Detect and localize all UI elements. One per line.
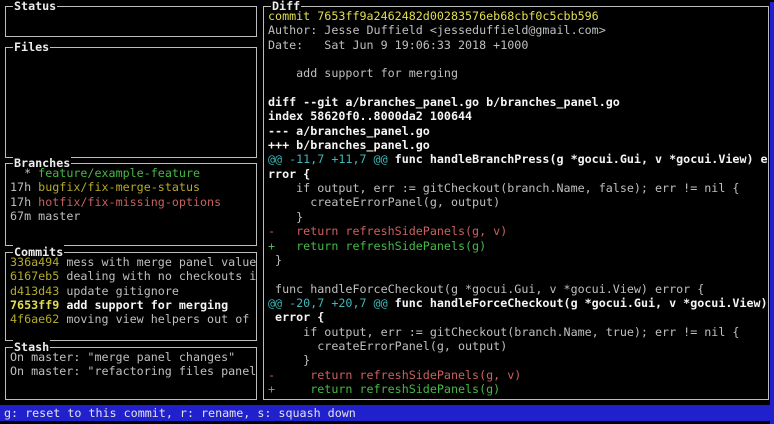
diff-line: } (268, 253, 764, 267)
diff-line: } (268, 353, 764, 367)
branch-item[interactable]: 17h bugfix/fix-merge-status (10, 180, 252, 194)
diff-line: error { (268, 310, 764, 324)
diff-line: +++ b/branches_panel.go (268, 138, 764, 152)
stash-panel[interactable]: Stash On master: "merge panel changes"On… (5, 347, 257, 400)
diff-line: rror { (268, 167, 764, 181)
diff-line: add support for merging (268, 66, 764, 80)
diff-line: --- a/branches_panel.go (268, 124, 764, 138)
status-panel-body: ↑?↓? feature/example-feature (6, 7, 256, 36)
diff-line: - return refreshSidePanels(g, v) (268, 368, 764, 382)
stash-panel-body: On master: "merge panel changes"On maste… (6, 348, 256, 399)
diff-panel-body[interactable]: commit 7653ff9a2462482d00283576eb68cbf0c… (264, 7, 768, 399)
diff-line (268, 81, 764, 95)
diff-line: createErrorPanel(g, output) (268, 195, 764, 209)
stash-item[interactable]: On master: "merge panel changes" (10, 350, 252, 364)
diff-line: @@ -20,7 +20,7 @@ func handleForceChecko… (268, 296, 764, 310)
diff-line: Author: Jesse Duffield <jesseduffield@gm… (268, 23, 764, 37)
branch-item[interactable]: 67m master (10, 209, 252, 223)
commit-item[interactable]: d413d43 update gitignore (10, 284, 252, 298)
diff-line: index 58620f0..8000da2 100644 (268, 109, 764, 123)
commit-item[interactable]: 7653ff9 add support for merging (10, 298, 252, 312)
diff-line: diff --git a/branches_panel.go b/branche… (268, 95, 764, 109)
diff-line: createErrorPanel(g, output) (268, 339, 764, 353)
diff-line: - return refreshSidePanels(g, v) (268, 224, 764, 238)
commit-item[interactable]: 336a494 mess with merge panel value (10, 255, 252, 269)
files-panel[interactable]: Files (5, 47, 257, 158)
diff-line: commit 7653ff9a2462482d00283576eb68cbf0c… (268, 9, 764, 23)
diff-line: @@ -11,7 +11,7 @@ func handleBranchPress… (268, 152, 764, 166)
commit-item[interactable]: 6167eb5 dealing with no checkouts i (10, 269, 252, 283)
branch-item[interactable]: 17h hotfix/fix-missing-options (10, 195, 252, 209)
files-panel-body (6, 48, 256, 157)
diff-line (268, 267, 764, 281)
branches-panel[interactable]: Branches * feature/example-feature17h bu… (5, 163, 257, 246)
diff-panel[interactable]: Diff commit 7653ff9a2462482d00283576eb68… (263, 6, 769, 400)
branches-panel-body: * feature/example-feature17h bugfix/fix-… (6, 164, 256, 245)
diff-line: + return refreshSidePanels(g) (268, 382, 764, 396)
diff-line: if output, err := gitCheckout(branch.Nam… (268, 325, 764, 339)
diff-line: func handleForceCheckout(g *gocui.Gui, v… (268, 282, 764, 296)
commits-panel[interactable]: Commits 336a494 mess with merge panel va… (5, 252, 257, 341)
branch-item[interactable]: * feature/example-feature (10, 166, 252, 180)
diff-line (268, 52, 764, 66)
stash-item[interactable]: On master: "refactoring files panel (10, 364, 252, 378)
commit-item[interactable]: 4f6ae62 moving view helpers out of (10, 312, 252, 326)
commits-panel-body: 336a494 mess with merge panel value6167e… (6, 253, 256, 340)
diff-line: } (268, 210, 764, 224)
status-panel[interactable]: Status ↑?↓? feature/example-feature (5, 6, 257, 37)
diff-line: Date: Sat Jun 9 19:06:33 2018 +1000 (268, 38, 764, 52)
scrollbar[interactable] (770, 2, 774, 424)
diff-line: + return refreshSidePanels(g) (268, 239, 764, 253)
diff-line: if output, err := gitCheckout(branch.Nam… (268, 181, 764, 195)
keybindings-bar: g: reset to this commit, r: rename, s: s… (0, 405, 774, 421)
